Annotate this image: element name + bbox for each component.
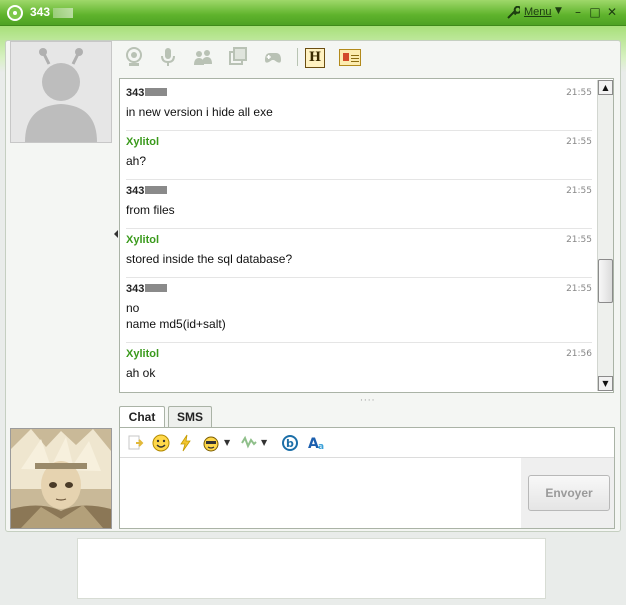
message-text: no bbox=[126, 301, 140, 315]
minimize-button[interactable]: – bbox=[571, 5, 585, 19]
message-item: 343 21:55 no name md5(id+salt) bbox=[126, 283, 592, 343]
message-text: ah ok bbox=[126, 366, 156, 380]
message-sender: Xylitol bbox=[126, 136, 160, 148]
collapse-arrow-icon[interactable] bbox=[114, 230, 118, 238]
h-icon[interactable]: H bbox=[305, 48, 325, 68]
message-text: ah? bbox=[126, 154, 147, 168]
compose-area: ▼ ▼ b Aa Envoyer bbox=[119, 427, 615, 529]
menu-button[interactable]: Menu bbox=[524, 6, 552, 18]
title-redaction bbox=[53, 8, 73, 18]
self-avatar[interactable] bbox=[10, 428, 112, 529]
voice-clip-icon[interactable] bbox=[240, 434, 258, 452]
send-button[interactable]: Envoyer bbox=[528, 475, 610, 511]
tab-chat[interactable]: Chat bbox=[119, 406, 165, 429]
wrench-icon[interactable] bbox=[506, 5, 522, 20]
svg-text:a: a bbox=[318, 442, 324, 452]
gamepad-icon[interactable] bbox=[262, 46, 284, 68]
message-item: Xylitol 21:55 stored inside the sql data… bbox=[126, 234, 592, 278]
splitter-handle[interactable]: ···· bbox=[360, 396, 375, 406]
message-time: 21:55 bbox=[566, 88, 592, 98]
close-button[interactable]: ✕ bbox=[605, 5, 619, 19]
ad-banner[interactable] bbox=[77, 538, 546, 599]
contacts-icon[interactable] bbox=[192, 46, 214, 68]
message-text: from files bbox=[126, 203, 175, 217]
message-item: Xylitol 21:56 ah ok bbox=[126, 348, 592, 388]
toolbar-separator bbox=[297, 48, 298, 66]
message-sender: 343 bbox=[126, 283, 168, 295]
message-input[interactable] bbox=[120, 458, 520, 528]
message-text: name md5(id+salt) bbox=[126, 317, 226, 331]
chevron-down-icon[interactable]: ▼ bbox=[224, 438, 230, 447]
scroll-down-button[interactable]: ▼ bbox=[598, 376, 613, 391]
smiley-icon[interactable] bbox=[152, 434, 170, 452]
send-area: Envoyer bbox=[521, 458, 614, 528]
sender-redaction bbox=[145, 88, 168, 96]
message-time: 21:55 bbox=[566, 235, 592, 245]
conversation-pane: 343 21:55 in new version i hide all exe … bbox=[119, 78, 614, 393]
contact-avatar[interactable] bbox=[10, 41, 112, 143]
nudge-icon[interactable] bbox=[177, 434, 195, 452]
compose-toolbar: ▼ ▼ b Aa bbox=[120, 428, 614, 458]
scroll-up-button[interactable]: ▲ bbox=[598, 80, 613, 95]
message-time: 21:55 bbox=[566, 284, 592, 294]
chevron-down-icon[interactable]: ▼ bbox=[555, 6, 562, 16]
font-icon[interactable]: Aa bbox=[308, 434, 326, 452]
message-text: stored inside the sql database? bbox=[126, 252, 293, 266]
message-sender: 343 bbox=[126, 185, 168, 197]
webcam-icon[interactable] bbox=[123, 46, 145, 68]
contact-card-icon[interactable] bbox=[339, 49, 361, 66]
maximize-button[interactable]: □ bbox=[588, 5, 602, 19]
message-sender: 343 bbox=[126, 87, 168, 99]
app-logo-icon bbox=[7, 5, 23, 21]
conversation-scrollbar[interactable]: ▲ ▼ bbox=[597, 80, 613, 391]
message-time: 21:55 bbox=[566, 186, 592, 196]
message-time: 21:55 bbox=[566, 137, 592, 147]
bing-icon[interactable]: b bbox=[281, 434, 299, 452]
message-sender: Xylitol bbox=[126, 234, 160, 246]
title-bar: 343 Menu ▼ – □ ✕ bbox=[0, 0, 626, 26]
message-time: 21:56 bbox=[566, 349, 592, 359]
message-item: 343 21:55 in new version i hide all exe bbox=[126, 87, 592, 131]
wink-icon[interactable] bbox=[202, 434, 220, 452]
file-transfer-icon[interactable] bbox=[126, 434, 144, 452]
chevron-down-icon[interactable]: ▼ bbox=[261, 438, 267, 447]
window-title: 343 bbox=[30, 5, 51, 19]
message-item: 343 21:55 from files bbox=[126, 185, 592, 229]
windows-icon[interactable] bbox=[227, 46, 249, 68]
sender-redaction bbox=[145, 284, 168, 292]
sender-redaction bbox=[145, 186, 168, 194]
microphone-icon[interactable] bbox=[157, 46, 179, 68]
message-text: in new version i hide all exe bbox=[126, 105, 273, 119]
svg-text:b: b bbox=[286, 437, 294, 450]
message-sender: Xylitol bbox=[126, 348, 160, 360]
tab-sms[interactable]: SMS bbox=[168, 406, 212, 428]
scroll-thumb[interactable] bbox=[598, 259, 613, 303]
message-item: Xylitol 21:55 ah? bbox=[126, 136, 592, 180]
